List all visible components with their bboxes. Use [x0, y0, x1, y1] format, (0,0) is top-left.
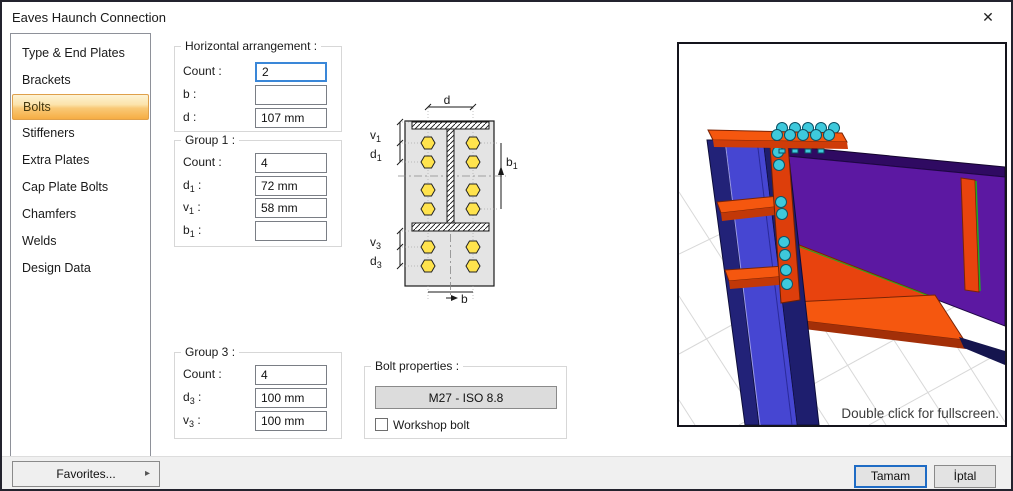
- horizontal-b-input[interactable]: [255, 85, 327, 105]
- b1-arrow: [498, 166, 504, 175]
- d3-label: d3 :: [183, 390, 202, 406]
- sidebar-item-type-end-plates[interactable]: Type & End Plates: [11, 40, 150, 67]
- sidebar-item-extra-plates[interactable]: Extra Plates: [11, 147, 150, 174]
- b1-dim-label: b1: [506, 155, 518, 171]
- horizontal-d-input[interactable]: [255, 108, 327, 128]
- bolt-spec-button[interactable]: M27 - ISO 8.8: [375, 386, 557, 409]
- group-title: Horizontal arrangement :: [181, 39, 322, 53]
- titlebar: Eaves Haunch Connection ✕: [2, 2, 1011, 32]
- favorites-expand-icon: ▸: [144, 468, 150, 479]
- 3d-preview-viewport[interactable]: Double click for fullscreen.: [677, 42, 1007, 427]
- workshop-bolt-checkbox[interactable]: [375, 418, 388, 431]
- horizontal-count-input[interactable]: [255, 62, 327, 82]
- fullscreen-hint: Double click for fullscreen.: [841, 406, 999, 421]
- sidebar: Type & End Plates Brackets Bolts Stiffen…: [10, 33, 151, 457]
- b-label: b :: [183, 87, 197, 101]
- d3-dim-label: d3: [370, 254, 382, 270]
- v3-label: v3 :: [183, 413, 201, 429]
- group-title: Group 3 :: [181, 345, 240, 359]
- group1-v1-input[interactable]: [255, 198, 327, 218]
- dialog-title: Eaves Haunch Connection: [12, 10, 166, 25]
- cancel-button[interactable]: İptal: [934, 465, 996, 488]
- sidebar-item-stiffeners[interactable]: Stiffeners: [11, 120, 150, 147]
- eaves-haunch-connection-dialog: Eaves Haunch Connection ✕ Type & End Pla…: [0, 0, 1013, 491]
- 3d-connection-render: Double click for fullscreen.: [678, 122, 1006, 426]
- count-label: Count :: [183, 155, 222, 169]
- group-title: Group 1 :: [181, 133, 240, 147]
- sidebar-item-bolts[interactable]: Bolts: [12, 94, 149, 120]
- group1-b1-input[interactable]: [255, 221, 327, 241]
- bolt-properties-group: Bolt properties : M27 - ISO 8.8 Workshop…: [364, 359, 567, 439]
- v3-dim-label: v3: [370, 235, 381, 251]
- v1-dim-label: v1: [370, 128, 381, 144]
- sidebar-item-chamfers[interactable]: Chamfers: [11, 201, 150, 228]
- v1-label: v1 :: [183, 200, 201, 216]
- footer-bar: Favorites... ▸ Tamam İptal: [2, 456, 1011, 489]
- close-icon[interactable]: ✕: [973, 6, 1003, 28]
- group3-d3-input[interactable]: [255, 388, 327, 408]
- b1-label: b1 :: [183, 223, 202, 239]
- group3-count-input[interactable]: [255, 365, 327, 385]
- ok-button[interactable]: Tamam: [854, 465, 927, 488]
- d1-dim-label: d1: [370, 147, 382, 163]
- group3-v3-input[interactable]: [255, 411, 327, 431]
- d-label: d :: [183, 110, 197, 124]
- b-arrow: [451, 295, 458, 301]
- count-label: Count :: [183, 367, 222, 381]
- workshop-bolt-label: Workshop bolt: [393, 418, 470, 432]
- sidebar-item-cap-plate-bolts[interactable]: Cap Plate Bolts: [11, 174, 150, 201]
- group-title: Bolt properties :: [371, 359, 464, 373]
- group1-d1-input[interactable]: [255, 176, 327, 196]
- b-dim-label: b: [461, 292, 468, 306]
- d1-label: d1 :: [183, 178, 202, 194]
- d-dim-label: d: [444, 94, 451, 107]
- sidebar-item-design-data[interactable]: Design Data: [11, 255, 150, 282]
- group3-box: Group 3 : Count : d3 : v3 :: [174, 345, 342, 439]
- group1-count-input[interactable]: [255, 153, 327, 173]
- bolt-arrangement-diagram: d v1 d1 b1 v3 d3 b: [370, 94, 518, 306]
- favorites-button[interactable]: Favorites... ▸: [12, 461, 160, 487]
- horizontal-arrangement-group: Horizontal arrangement : Count : b : d :: [174, 39, 342, 132]
- workshop-bolt-row: Workshop bolt: [375, 416, 469, 432]
- group1-box: Group 1 : Count : d1 : v1 : b1 :: [174, 133, 342, 247]
- sidebar-item-welds[interactable]: Welds: [11, 228, 150, 255]
- count-label: Count :: [183, 64, 222, 78]
- sidebar-item-brackets[interactable]: Brackets: [11, 67, 150, 94]
